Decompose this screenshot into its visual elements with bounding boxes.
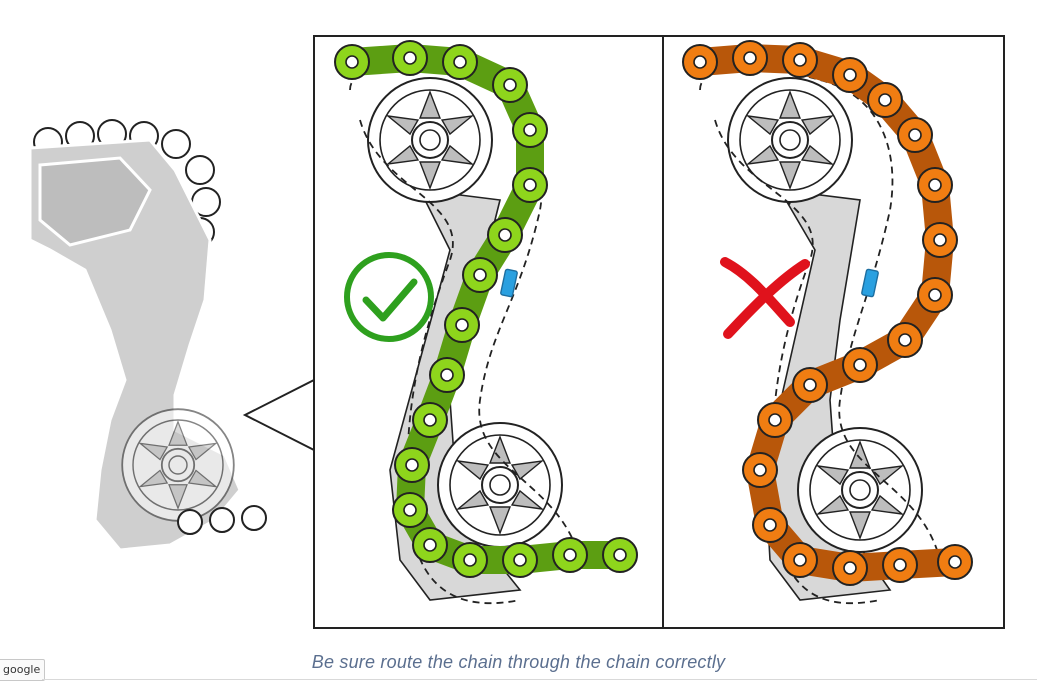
google-badge[interactable]: google bbox=[0, 659, 46, 681]
upper-pulley bbox=[727, 77, 853, 203]
check-icon bbox=[344, 252, 434, 342]
figure-caption: Be sure route the chain through the chai… bbox=[311, 652, 726, 672]
lower-pulley bbox=[797, 427, 923, 553]
divider-line bbox=[42, 679, 1037, 680]
upper-pulley bbox=[367, 77, 493, 203]
chain-routing-diagram bbox=[28, 35, 1005, 629]
lower-pulley bbox=[437, 422, 563, 548]
callout-pointer bbox=[242, 379, 315, 451]
derailleur-overview bbox=[28, 119, 267, 552]
